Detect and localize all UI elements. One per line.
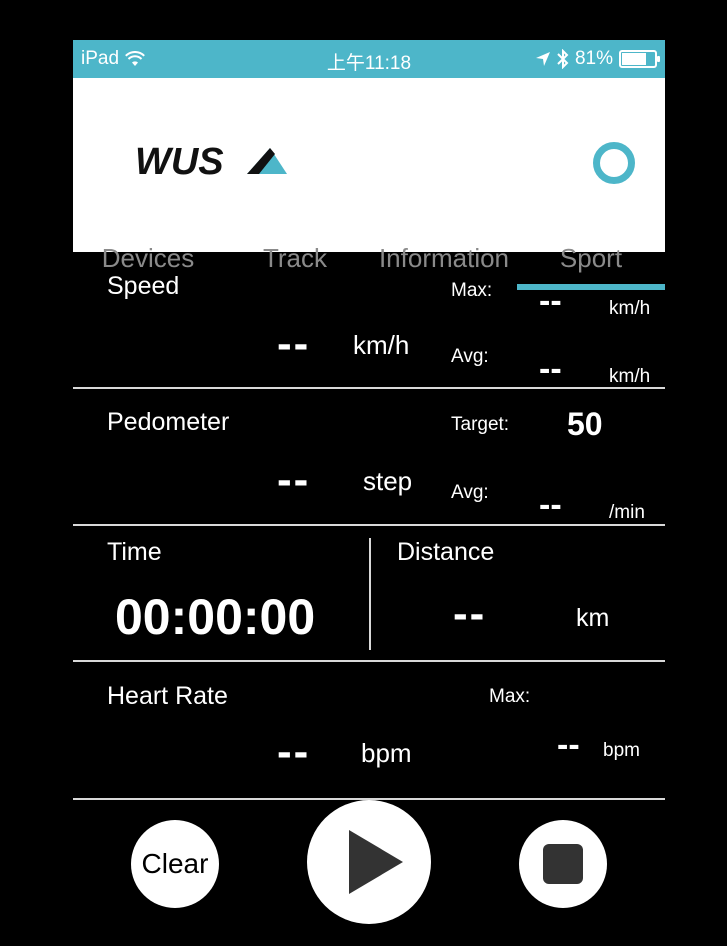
- speed-max-value: --: [539, 282, 562, 320]
- heart-rate-value: --: [277, 727, 311, 776]
- distance-label: Distance: [397, 538, 495, 566]
- status-bar: iPad 上午11:18 81%: [73, 40, 665, 78]
- battery-percent: 81%: [574, 48, 613, 69]
- speed-max-unit: km/h: [609, 298, 651, 319]
- stop-button[interactable]: [519, 820, 607, 908]
- speed-unit: km/h: [353, 330, 410, 360]
- speed-value: --: [277, 319, 311, 368]
- pedometer-label: Pedometer: [107, 408, 230, 436]
- divider: [73, 660, 665, 662]
- pedometer-avg-value: --: [539, 486, 562, 524]
- app-header: WUS Devices Track Information Sport: [73, 78, 665, 290]
- speed-max-label: Max:: [451, 280, 493, 301]
- bluetooth-icon: [557, 49, 569, 69]
- time-label: Time: [107, 538, 162, 566]
- pedometer-value: --: [277, 455, 311, 504]
- distance-value: --: [453, 589, 487, 638]
- clear-button[interactable]: Clear: [131, 820, 219, 908]
- battery-fill: [622, 53, 647, 65]
- play-icon: [349, 830, 403, 894]
- heart-rate-max-value: --: [557, 726, 580, 764]
- speed-avg-unit: km/h: [609, 366, 651, 387]
- connection-ring-icon[interactable]: [593, 142, 635, 184]
- pedometer-avg-unit: /min: [609, 502, 645, 523]
- device-frame: iPad 上午11:18 81% WUS Devices Track Infor…: [0, 0, 727, 946]
- battery-icon: [619, 50, 660, 68]
- wus-logo: WUS: [135, 142, 287, 182]
- tab-information[interactable]: Information: [365, 228, 523, 290]
- logo-text: WUS: [135, 142, 224, 182]
- pedometer-avg-label: Avg:: [451, 482, 489, 503]
- pedometer-unit: step: [363, 466, 413, 496]
- time-value: 00:00:00: [115, 589, 316, 645]
- play-button[interactable]: [307, 800, 431, 924]
- status-right: 81%: [535, 48, 660, 70]
- vertical-divider: [369, 538, 371, 650]
- pedometer-target-value: 50: [567, 406, 603, 442]
- tab-sport[interactable]: Sport: [517, 228, 665, 290]
- location-arrow-icon: [535, 52, 550, 66]
- heart-rate-label: Heart Rate: [107, 682, 228, 710]
- divider: [73, 387, 665, 389]
- tab-track[interactable]: Track: [245, 228, 345, 290]
- speed-label: Speed: [107, 272, 180, 300]
- stop-icon: [543, 844, 583, 884]
- heart-rate-unit: bpm: [361, 738, 412, 768]
- pedometer-target-label: Target:: [451, 414, 510, 435]
- app-screen: iPad 上午11:18 81% WUS Devices Track Infor…: [73, 40, 665, 946]
- distance-unit: km: [576, 604, 610, 632]
- heart-rate-max-unit: bpm: [603, 740, 640, 761]
- speed-avg-label: Avg:: [451, 346, 489, 367]
- divider: [73, 524, 665, 526]
- heart-rate-max-label: Max:: [489, 686, 531, 707]
- speed-avg-value: --: [539, 350, 562, 388]
